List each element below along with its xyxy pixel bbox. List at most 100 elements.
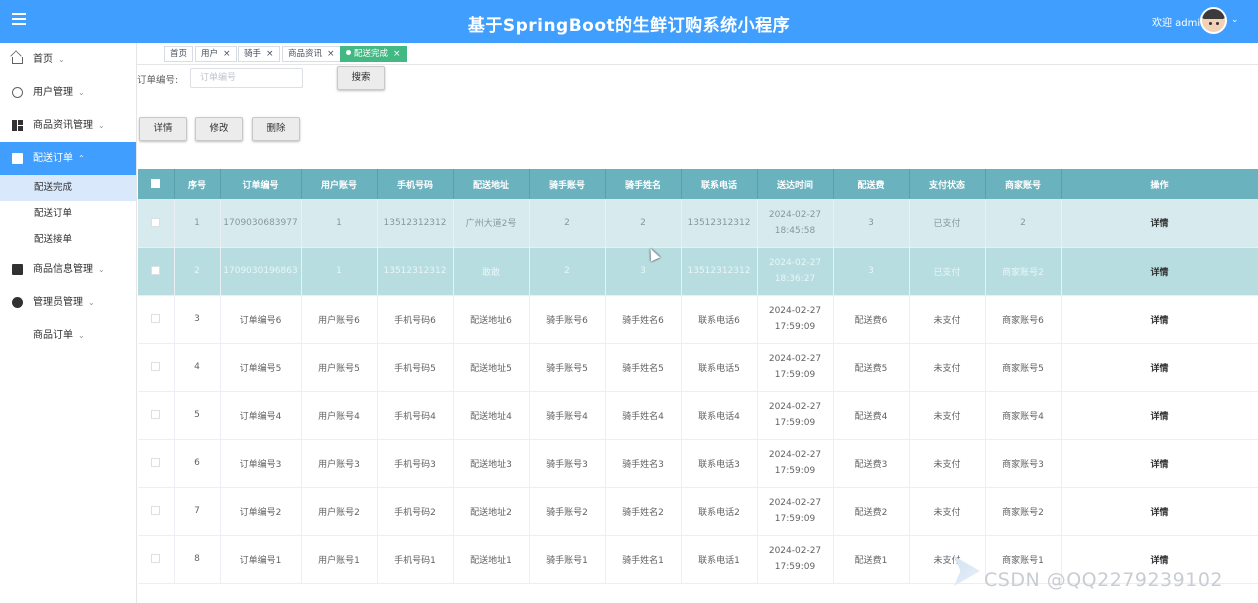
tab-home[interactable]: 首页 [164,46,194,62]
search-button[interactable]: 搜索 [337,66,385,90]
table-cell: 13512312312 [377,199,454,248]
row-select-cell[interactable] [138,391,175,440]
row-checkbox[interactable] [151,362,161,371]
table-cell: 1 [301,247,378,296]
row-checkbox[interactable] [151,314,161,323]
sidebar-item-label: 商品信息管理 [33,264,93,275]
sidebar-item-user-management[interactable]: 用户管理 ⌄ [0,76,136,109]
table-cell: 骑手姓名3 [605,439,682,488]
tab-users[interactable]: 用户 × [195,46,237,62]
order-number-label: 订单编号: [137,75,179,86]
tab-news[interactable]: 商品资讯 × [282,46,341,62]
sidebar-item-product-orders[interactable]: 商品订单 ⌄ [0,319,136,352]
tab-label: 商品资讯 [288,49,323,59]
row-checkbox[interactable] [151,554,161,563]
table-row[interactable]: 5 订单编号4 用户账号4 手机号码4 配送地址4 骑手账号4 骑手姓名4 联系电话4 2024… [138,391,1258,440]
sidebar-item-delivery-orders[interactable]: 配送订单 ⌃ [0,142,136,175]
table-row[interactable]: 6 订单编号3 用户账号3 手机号码3 配送地址3 骑手账号3 骑手姓名3 联系电话3 2024… [138,439,1258,488]
row-checkbox[interactable] [151,266,161,275]
column-header: 送达时间 [757,169,834,199]
close-icon[interactable]: × [327,49,335,59]
sidebar-item-admin-management[interactable]: 管理员管理 ⌄ [0,286,136,319]
select-all-checkbox[interactable] [151,179,161,188]
close-icon[interactable]: × [393,49,401,59]
user-dropdown-chevron-icon[interactable]: ⌄ [1231,15,1239,25]
table-cell: 用户账号3 [301,439,378,488]
table-cell: 2024-02-27 18:36:27 [757,247,834,296]
sidebar-item-label: 商品资讯管理 [33,120,93,131]
row-checkbox[interactable] [151,217,161,227]
chevron-down-icon: ⌄ [58,55,65,64]
table-cell: 5 [174,391,221,440]
table-cell: 配送费2 [833,487,910,536]
watermark: CSDN @QQ2279239102 [984,569,1224,591]
table-row[interactable]: 7 订单编号2 用户账号2 手机号码2 配送地址2 骑手账号2 骑手姓名2 联系电话2 2024… [138,487,1258,536]
row-checkbox[interactable] [151,458,161,467]
chevron-down-icon: ⌄ [78,331,85,340]
table-cell: 骑手账号3 [529,439,606,488]
sidebar-item-product-info[interactable]: 商品信息管理 ⌄ [0,253,136,286]
table-cell: 订单编号5 [220,343,302,392]
select-all-cell[interactable] [138,169,175,199]
column-header: 订单编号 [220,169,302,199]
row-select-cell[interactable] [138,487,175,536]
table-row[interactable]: 1 1709030683977 1 13512312312 广州大道2号 2 2 135123… [138,199,1258,248]
row-select-cell[interactable] [138,247,175,296]
detail-link[interactable]: 详情 [1061,343,1258,392]
row-select-cell[interactable] [138,535,175,584]
table-row[interactable]: 2 1709030196863 1 13512312312 敢敢 2 3 1351231231… [138,247,1258,296]
row-checkbox[interactable] [151,410,161,419]
table-cell: 8 [174,535,221,584]
tab-riders[interactable]: 骑手 × [238,46,280,62]
sidebar-subitem-delivery-complete[interactable]: 配送完成 [0,175,136,201]
edit-button[interactable]: 修改 [195,117,243,141]
row-select-cell[interactable] [138,439,175,488]
chevron-down-icon: ⌄ [98,265,105,274]
table-cell: 13512312312 [681,199,758,248]
tab-label: 用户 [201,49,219,59]
table-cell: 联系电话6 [681,295,758,344]
table-row[interactable]: 3 订单编号6 用户账号6 手机号码6 配送地址6 骑手账号6 骑手姓名6 联系电话6 2024… [138,295,1258,344]
table-cell: 配送费6 [833,295,910,344]
column-header: 操作 [1061,169,1258,199]
close-icon[interactable]: × [266,49,274,59]
row-checkbox[interactable] [151,506,161,515]
table-row[interactable]: 4 订单编号5 用户账号5 手机号码5 配送地址5 骑手账号5 骑手姓名5 联系电话5 2024… [138,343,1258,392]
column-header: 支付状态 [909,169,986,199]
table-cell: 手机号码1 [377,535,454,584]
detail-link[interactable]: 详情 [1061,487,1258,536]
detail-link[interactable]: 详情 [1061,439,1258,488]
tab-delivery-complete[interactable]: 配送完成 × [340,46,407,62]
order-number-input[interactable] [190,68,303,88]
sidebar-subitem-delivery-order[interactable]: 配送订单 [0,201,136,227]
row-select-cell[interactable] [138,295,175,344]
close-icon[interactable]: × [223,49,231,59]
table-cell: 2024-02-27 17:59:09 [757,343,834,392]
detail-link[interactable]: 详情 [1061,199,1258,248]
detail-link[interactable]: 详情 [1061,247,1258,296]
avatar[interactable] [1200,7,1227,34]
sidebar-subitem-delivery-accept[interactable]: 配送接单 [0,227,136,253]
table-cell: 未支付 [909,439,986,488]
table-cell: 用户账号6 [301,295,378,344]
sidebar: 首页 ⌄ 用户管理 ⌄ 商品资讯管理 ⌄ 配送订单 ⌃ 配送完成 配送订单 配送接单 商… [0,43,137,603]
detail-link[interactable]: 详情 [1061,391,1258,440]
table-cell: 已支付 [909,247,986,296]
detail-link[interactable]: 详情 [1061,295,1258,344]
sidebar-item-news-management[interactable]: 商品资讯管理 ⌄ [0,109,136,142]
table-cell: 商家账号2 [985,247,1062,296]
detail-button[interactable]: 详情 [139,117,187,141]
row-select-cell[interactable] [138,199,175,248]
table-cell: 2024-02-27 17:59:09 [757,535,834,584]
table-cell: 手机号码2 [377,487,454,536]
table-cell: 1709030196863 [220,247,302,296]
table-cell: 联系电话2 [681,487,758,536]
table-cell: 骑手姓名1 [605,535,682,584]
table-cell: 配送费3 [833,439,910,488]
tags-bar: 首页 用户 × 骑手 × 商品资讯 × 配送完成 × [137,43,1258,65]
table-cell: 骑手账号2 [529,487,606,536]
sidebar-item-home[interactable]: 首页 ⌄ [0,43,136,76]
row-select-cell[interactable] [138,343,175,392]
table-cell: 订单编号2 [220,487,302,536]
delete-button[interactable]: 删除 [252,117,300,141]
